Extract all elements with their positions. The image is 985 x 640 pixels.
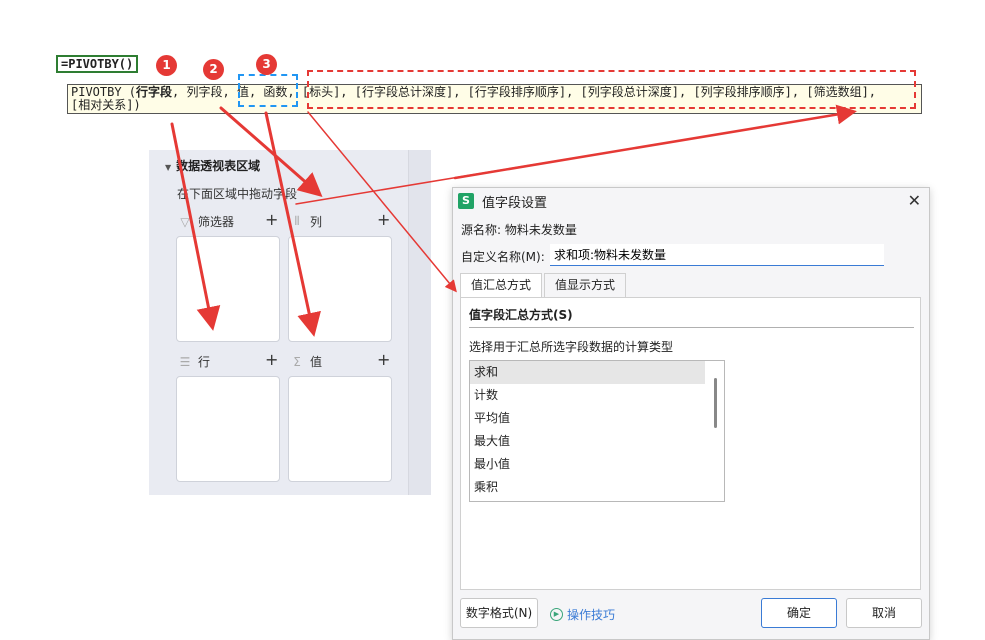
tab-summarize-by[interactable]: 值汇总方式 bbox=[460, 273, 543, 298]
annotation-box-blue bbox=[238, 74, 298, 107]
add-value-button[interactable]: + bbox=[377, 350, 390, 369]
values-area-label: Σ值 bbox=[290, 353, 322, 370]
values-drop-zone[interactable] bbox=[288, 376, 392, 482]
add-filter-button[interactable]: + bbox=[265, 210, 278, 229]
play-icon: ▶ bbox=[550, 608, 563, 621]
cancel-button[interactable]: 取消 bbox=[846, 598, 922, 628]
columns-area-label: ⦀ 列 bbox=[290, 213, 322, 230]
custom-name-input[interactable] bbox=[550, 244, 884, 266]
values-area-text: 值 bbox=[310, 355, 323, 369]
section-title: 值字段汇总方式(S) bbox=[469, 308, 573, 322]
number-format-button[interactable]: 数字格式(N) bbox=[460, 598, 538, 628]
section-divider bbox=[469, 327, 914, 328]
annotation-badge-2: 2 bbox=[203, 59, 224, 80]
columns-icon: ⦀ bbox=[294, 214, 300, 228]
list-item[interactable]: 乘积 bbox=[470, 476, 705, 499]
custom-name-label: 自定义名称(M): bbox=[461, 250, 545, 264]
pivot-area-title-text: 数据透视表区域 bbox=[176, 159, 261, 173]
filter-area-text: 筛选器 bbox=[198, 215, 235, 229]
tab-show-values-as[interactable]: 值显示方式 bbox=[544, 273, 627, 297]
function-listbox[interactable]: 求和 计数 平均值 最大值 最小值 乘积 bbox=[469, 360, 725, 502]
filter-area-label: ▽ 筛选器 bbox=[178, 213, 234, 230]
tips-link-text[interactable]: 操作技巧 bbox=[567, 606, 615, 623]
rows-icon: ☰ bbox=[179, 354, 191, 369]
listbox-scrollbar[interactable] bbox=[708, 364, 722, 498]
list-item[interactable]: 平均值 bbox=[470, 407, 705, 430]
panel-side-strip bbox=[408, 150, 431, 495]
add-row-button[interactable]: + bbox=[265, 350, 278, 369]
annotation-box-red bbox=[307, 70, 916, 109]
columns-drop-zone[interactable] bbox=[288, 236, 392, 342]
list-item[interactable]: 求和 bbox=[470, 361, 705, 384]
signature-current-arg: 行字段 bbox=[136, 85, 173, 99]
annotation-badge-3: 3 bbox=[256, 54, 277, 75]
pivot-area-subtitle: 在下面区域中拖动字段 bbox=[177, 187, 298, 201]
scrollbar-thumb[interactable] bbox=[714, 378, 717, 428]
dialog-title: 值字段设置 bbox=[482, 195, 548, 211]
columns-area-text: 列 bbox=[310, 215, 323, 229]
rows-drop-zone[interactable] bbox=[176, 376, 280, 482]
dialog-titlebar[interactable]: S 值字段设置 bbox=[453, 188, 929, 214]
pivot-area-title[interactable]: ▼ 数据透视表区域 bbox=[165, 157, 260, 174]
section-description: 选择用于汇总所选字段数据的计算类型 bbox=[469, 340, 674, 354]
source-name-label: 源名称: 物料未发数量 bbox=[461, 223, 577, 237]
rows-area-text: 行 bbox=[198, 355, 211, 369]
formula-cell[interactable]: =PIVOTBY() bbox=[56, 55, 139, 73]
tab-panel: 值字段汇总方式(S) 选择用于汇总所选字段数据的计算类型 求和 计数 平均值 最… bbox=[460, 297, 921, 590]
filter-drop-zone[interactable] bbox=[176, 236, 280, 342]
arrow-optional-args-head bbox=[453, 104, 857, 180]
signature-prefix: PIVOTBY ( bbox=[71, 85, 137, 99]
sigma-icon: Σ bbox=[293, 354, 301, 369]
wps-app-icon: S bbox=[458, 193, 474, 209]
list-item[interactable]: 最大值 bbox=[470, 430, 705, 453]
rows-area-label: ☰ 行 bbox=[178, 353, 210, 370]
tips-link[interactable]: ▶ 操作技巧 bbox=[550, 606, 615, 623]
filter-icon: ▽ bbox=[180, 214, 190, 229]
value-field-settings-dialog: S 值字段设置 ✕ 源名称: 物料未发数量 自定义名称(M): 值汇总方式 值显… bbox=[452, 187, 930, 640]
collapse-triangle-icon[interactable]: ▼ bbox=[165, 163, 171, 172]
list-item[interactable]: 计数 bbox=[470, 384, 705, 407]
close-icon[interactable]: ✕ bbox=[908, 191, 921, 210]
list-item[interactable]: 最小值 bbox=[470, 453, 705, 476]
annotation-badge-1: 1 bbox=[156, 55, 177, 76]
add-column-button[interactable]: + bbox=[377, 210, 390, 229]
ok-button[interactable]: 确定 bbox=[761, 598, 837, 628]
